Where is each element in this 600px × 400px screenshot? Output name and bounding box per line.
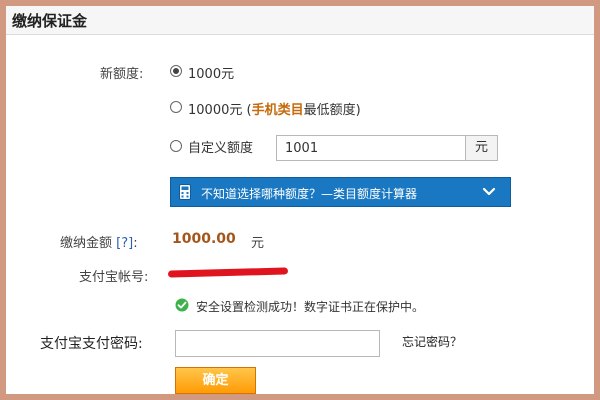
category-highlight: 手机类目 bbox=[251, 103, 304, 118]
alipay-password-label: 支付宝支付密码: bbox=[40, 336, 143, 352]
quota-label: 新额度: bbox=[100, 67, 144, 82]
calculator-icon bbox=[179, 184, 191, 200]
alipay-account-label: 支付宝帐号: bbox=[79, 270, 149, 285]
radio-quota-custom[interactable] bbox=[170, 140, 182, 152]
option-custom-label: 自定义额度 bbox=[188, 141, 254, 156]
help-link[interactable]: [?] bbox=[116, 236, 133, 251]
option-1000-label: 1000元 bbox=[188, 67, 235, 82]
chevron-down-icon[interactable] bbox=[482, 186, 496, 198]
custom-quota-unit: 元 bbox=[466, 135, 498, 161]
option-10000-suffix: 最低额度) bbox=[303, 103, 361, 118]
check-circle-icon bbox=[175, 298, 189, 312]
security-status-text: 安全设置检测成功！数字证书正在保护中。 bbox=[196, 300, 425, 314]
payment-amount-unit: 元 bbox=[251, 236, 265, 251]
payment-amount-label: 缴纳金额 [?]: bbox=[60, 232, 138, 251]
option-10000-prefix: 10000元 ( bbox=[188, 103, 252, 118]
calculator-text: 不知道选择哪种额度？—类目额度计算器 bbox=[201, 187, 418, 201]
panel-header: 缴纳保证金 bbox=[6, 6, 594, 35]
payment-amount-value: 1000.00 bbox=[172, 231, 236, 247]
payment-label-colon: : bbox=[133, 236, 138, 251]
payment-label-text: 缴纳金额 bbox=[60, 236, 113, 251]
quota-calculator-bar[interactable]: 不知道选择哪种额度？—类目额度计算器 bbox=[170, 177, 511, 207]
custom-quota-input[interactable] bbox=[276, 135, 466, 161]
forgot-password-link[interactable]: 忘记密码？ bbox=[402, 333, 462, 350]
option-10000-label: 10000元 (手机类目最低额度) bbox=[188, 99, 361, 118]
radio-quota-1000[interactable] bbox=[170, 65, 182, 77]
radio-quota-10000[interactable] bbox=[170, 101, 182, 113]
confirm-button[interactable]: 确定 bbox=[175, 367, 256, 394]
alipay-password-input[interactable] bbox=[175, 330, 380, 357]
page-title: 缴纳保证金 bbox=[12, 12, 88, 30]
